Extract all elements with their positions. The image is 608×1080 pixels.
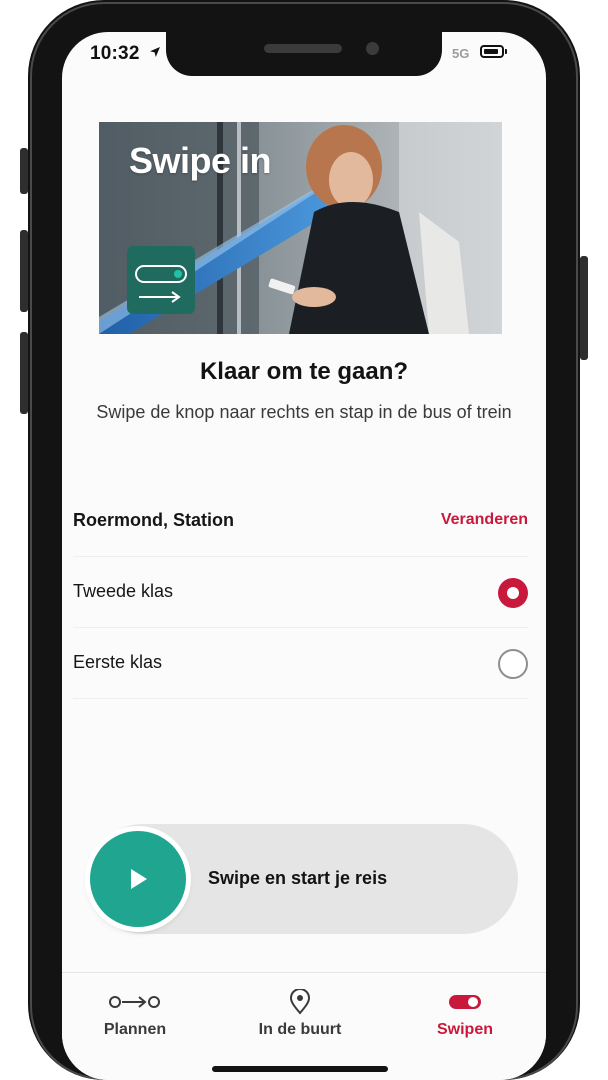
location-row: Roermond, Station Veranderen [73, 486, 528, 557]
hero-title: Swipe in [129, 140, 272, 181]
tab-swipen[interactable]: Swipen [390, 973, 540, 1073]
power-button [580, 256, 588, 360]
radio-unselected-icon[interactable] [498, 649, 528, 679]
route-icon [109, 996, 160, 1008]
play-icon [131, 869, 147, 889]
radio-selected-icon[interactable] [498, 578, 528, 608]
tab-bar: Plannen In de buurt Swipen [62, 972, 546, 1080]
tab-in-de-buurt[interactable]: In de buurt [225, 973, 375, 1073]
swipe-label: Swipe en start je reis [208, 868, 388, 888]
speaker [264, 44, 342, 53]
tab-label: In de buurt [258, 1021, 342, 1038]
app-screen: 10:32 5G Swipe in Klaar om te gaan? Swip… [62, 32, 546, 1080]
toggle-icon [449, 995, 481, 1009]
location-name: Roermond, Station [73, 510, 234, 530]
page-title: Klaar om te gaan? [199, 358, 409, 385]
battery-icon [480, 45, 504, 58]
tab-plannen[interactable]: Plannen [62, 973, 210, 1073]
volume-down-button [20, 332, 28, 414]
change-location-link[interactable]: Veranderen [441, 511, 528, 529]
tab-label: Swipen [436, 1021, 493, 1038]
front-camera [366, 42, 379, 55]
class-option-first[interactable]: Eerste klas [73, 628, 528, 699]
notch [166, 32, 442, 76]
network-indicator: 5G [452, 46, 470, 61]
volume-up-button [20, 230, 28, 312]
class-option-second[interactable]: Tweede klas [73, 557, 528, 628]
silent-switch [20, 148, 28, 194]
battery-tip [505, 49, 507, 54]
status-time: 10:32 [90, 43, 140, 64]
tab-label: Plannen [103, 1021, 167, 1038]
home-indicator[interactable] [212, 1066, 388, 1072]
swipe-handle[interactable] [90, 831, 186, 927]
page-subtitle: Swipe de knop naar rechts en stap in de … [96, 402, 512, 422]
hero-image: Swipe in [99, 122, 502, 334]
class-option-label: Eerste klas [73, 652, 163, 672]
location-pin-icon [289, 989, 311, 1015]
location-arrow-icon [150, 47, 160, 57]
class-option-label: Tweede klas [73, 581, 174, 601]
